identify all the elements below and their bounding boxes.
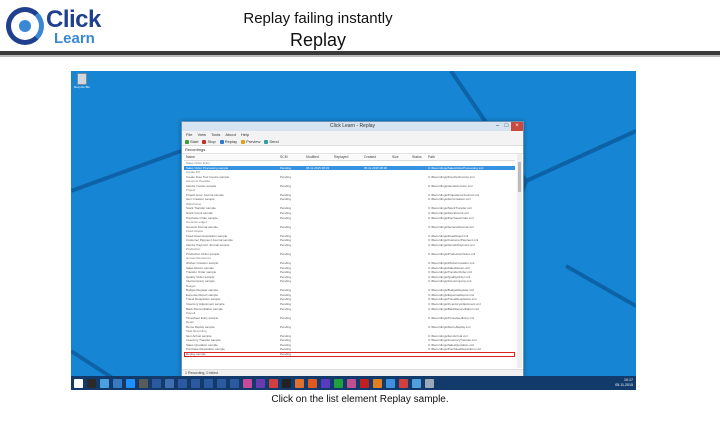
cell-path (426, 352, 515, 357)
taskbar-app-icon[interactable] (191, 378, 200, 388)
col-replayed[interactable]: Replayed (332, 154, 362, 160)
slide: Click Learn Replay failing instantly Rep… (0, 0, 720, 437)
taskbar-app-icon[interactable] (386, 378, 395, 388)
replay-app-window: Click Learn - Replay – □ × File View Too… (181, 121, 524, 377)
taskbar-app-icon[interactable] (295, 378, 304, 388)
cell-replayed (332, 352, 362, 357)
start-windows-icon[interactable] (74, 378, 83, 388)
minimize-icon[interactable]: – (493, 122, 502, 131)
system-clock[interactable]: 10:17 05.11.2015 (615, 378, 633, 387)
windows-desktop: Recycle Bin Click Learn - Replay – □ × F… (71, 71, 636, 390)
menu-tools[interactable]: Tools (211, 131, 220, 138)
cell-status (410, 352, 426, 357)
preview-button[interactable]: Preview (241, 139, 260, 144)
start-label: Start (190, 139, 199, 144)
taskbar-app-icon[interactable] (308, 378, 317, 388)
grid-scrollbar[interactable] (517, 154, 522, 368)
send-label: Send (269, 139, 279, 144)
taskbar-app-icon[interactable] (113, 378, 122, 388)
stop-label: Stop (207, 139, 216, 144)
replay-label: Replay (224, 139, 238, 144)
taskbar-app-icon[interactable] (282, 378, 291, 388)
scrollbar-thumb[interactable] (518, 162, 521, 192)
close-icon[interactable]: × (511, 122, 523, 131)
menu-help[interactable]: Help (241, 131, 249, 138)
recordings-grid: Name SCM Modified Replayed Created Size … (184, 154, 515, 368)
slide-subtitle: Replay (289, 30, 347, 50)
menu-view[interactable]: View (197, 131, 206, 138)
preview-label: Preview (246, 139, 261, 144)
clock-date: 05.11.2015 (615, 382, 633, 387)
col-size[interactable]: Size (390, 154, 410, 160)
send-icon (264, 139, 269, 144)
taskbar-app-icon[interactable] (126, 378, 135, 388)
header-rule-light (0, 55, 720, 57)
taskbar-app-icon[interactable] (165, 378, 174, 388)
cell-scm: Pending (280, 351, 292, 356)
grid-body: Sales Order Entry Sales Order Processing … (184, 161, 515, 357)
taskbar-app-icon[interactable] (373, 378, 382, 388)
taskbar-app-icon[interactable] (230, 378, 239, 388)
stop-icon (202, 139, 207, 144)
replay-button[interactable]: Replay (219, 139, 238, 144)
taskbar-app-icon[interactable] (139, 378, 148, 388)
recordings-section-label: Recordings (182, 146, 523, 154)
stop-button[interactable]: Stop (202, 139, 216, 144)
window-titlebar[interactable]: Click Learn - Replay – □ × (182, 122, 523, 131)
taskbar-app-icon[interactable] (256, 378, 265, 388)
cell-created (362, 352, 390, 357)
cell-size (390, 352, 410, 357)
replay-icon (219, 139, 224, 144)
taskbar-app-icon[interactable] (347, 378, 356, 388)
taskbar-app-icon[interactable] (334, 378, 343, 388)
cell-name: Replay sample (186, 351, 206, 356)
recycle-bin-icon[interactable]: Recycle Bin (74, 73, 90, 89)
taskbar-app-icon[interactable] (204, 378, 213, 388)
slide-title: Replay failing instantly (243, 10, 393, 27)
taskbar-app-icon[interactable] (243, 378, 252, 388)
taskbar-app-icon[interactable] (217, 378, 226, 388)
taskbar-app-icon[interactable] (178, 378, 187, 388)
grid-header: Name SCM Modified Replayed Created Size … (184, 154, 515, 161)
taskbar-app-icon[interactable] (425, 378, 434, 388)
maximize-icon[interactable]: □ (502, 122, 511, 131)
col-path[interactable]: Path (426, 154, 515, 160)
taskbar-app-icon[interactable] (399, 378, 408, 388)
col-scm[interactable]: SCM (278, 154, 304, 160)
send-button[interactable]: Send (264, 139, 279, 144)
taskbar-app-icon[interactable] (87, 378, 96, 388)
toolbar: Start Stop Replay Preview Send (182, 138, 523, 146)
col-status[interactable]: Status (410, 154, 426, 160)
menu-file[interactable]: File (186, 131, 192, 138)
start-button[interactable]: Start (185, 139, 198, 144)
col-name[interactable]: Name (184, 154, 278, 160)
taskbar-app-icon[interactable] (412, 378, 421, 388)
menu-about[interactable]: About (225, 131, 235, 138)
taskbar-app-icon[interactable] (269, 378, 278, 388)
taskbar-app-icon[interactable] (100, 378, 109, 388)
taskbar-app-icon[interactable] (360, 378, 369, 388)
instruction-caption: Click on the list element Replay sample. (271, 394, 449, 405)
taskbar: 10:17 05.11.2015 (71, 376, 636, 390)
replay-sample-row[interactable]: Replay sample Pending (184, 351, 515, 357)
menu-bar: File View Tools About Help (182, 131, 523, 138)
cell-modified (304, 352, 332, 357)
recycle-bin-label: Recycle Bin (74, 85, 90, 89)
taskbar-app-icon[interactable] (321, 378, 330, 388)
status-bar: 1 Recording, 0 failed (182, 369, 523, 376)
taskbar-app-icon[interactable] (152, 378, 161, 388)
preview-icon (241, 139, 246, 144)
col-created[interactable]: Created (362, 154, 390, 160)
window-title: Click Learn - Replay (329, 123, 376, 129)
play-icon (185, 139, 189, 144)
col-modified[interactable]: Modified (304, 154, 332, 160)
